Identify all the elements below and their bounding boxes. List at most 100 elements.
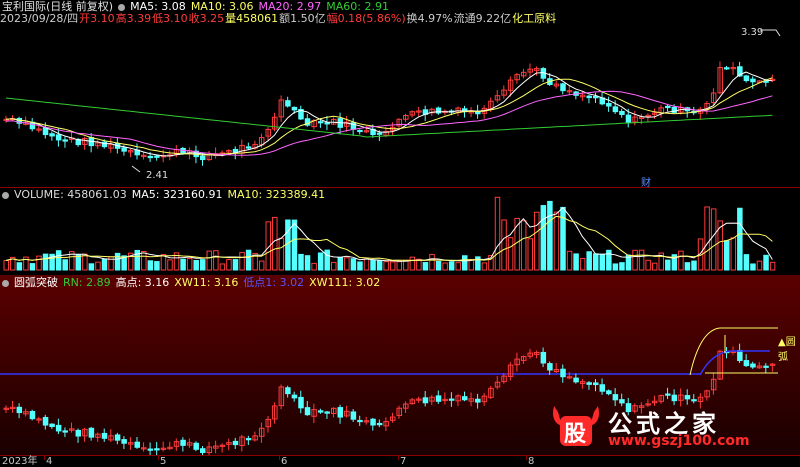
indicator-candle-body bbox=[586, 382, 592, 385]
indicator-candle-body bbox=[671, 394, 678, 402]
indicator-settings-dot-icon[interactable] bbox=[2, 279, 9, 287]
indicator-candle-body bbox=[200, 448, 206, 454]
indicator-candle-body bbox=[743, 360, 750, 367]
volume-bar bbox=[442, 262, 448, 271]
volume-bar bbox=[160, 254, 167, 271]
indicator-candle-body bbox=[665, 393, 671, 396]
volume-ma10: MA10: 323389.41 bbox=[227, 188, 326, 201]
volume-chart-panel[interactable]: VOLUME: 458061.03 MA5: 323160.91 MA10: 323… bbox=[0, 187, 800, 275]
sector-label[interactable]: 化工原料 bbox=[512, 12, 556, 25]
volume-bar bbox=[311, 262, 317, 271]
volume-bar bbox=[42, 253, 49, 271]
indicator-candle-body bbox=[350, 411, 357, 420]
rn-value: RN: 2.89 bbox=[63, 276, 111, 289]
volume-bar bbox=[409, 256, 416, 271]
low-price-marker: 2.41 bbox=[146, 170, 169, 181]
settings-dot-icon[interactable] bbox=[118, 3, 126, 11]
volume-bar bbox=[579, 257, 586, 271]
candle-body bbox=[625, 114, 632, 123]
volume-bar bbox=[619, 262, 625, 271]
volume-bar bbox=[540, 205, 547, 271]
volume-bar bbox=[396, 261, 402, 271]
volume-bar bbox=[494, 196, 501, 271]
volume-bar bbox=[612, 263, 619, 271]
indicator-candle-body bbox=[42, 416, 49, 426]
logo-badge-text: 股 bbox=[564, 421, 587, 447]
volume-bar bbox=[593, 253, 599, 271]
volume-bar bbox=[357, 261, 363, 271]
volume-bar bbox=[678, 250, 684, 271]
indicator-candle-body bbox=[285, 387, 291, 395]
indicator-candle-body bbox=[324, 411, 330, 414]
candle-body bbox=[291, 106, 298, 111]
candle-body bbox=[376, 132, 383, 135]
indicator-candle-body bbox=[357, 419, 363, 423]
indicator-candle-body bbox=[75, 429, 82, 437]
watermark-logo: 股 公式之家 www.gszj100.com bbox=[548, 402, 798, 454]
candle-body bbox=[245, 146, 252, 149]
xw111-value: XW111: 3.02 bbox=[309, 276, 381, 289]
indicator-candle-body bbox=[593, 382, 599, 386]
candle-body bbox=[763, 80, 769, 83]
volume-bar bbox=[638, 249, 645, 271]
indicator-candle-body bbox=[540, 351, 547, 364]
indicator-header: 圆弧突破 RN: 2.89 高点: 3.16 XW11: 3.16 低点1: 3.02 X… bbox=[2, 276, 385, 289]
volume-bar bbox=[317, 252, 324, 271]
volume-bar bbox=[599, 253, 606, 271]
volume-bar bbox=[193, 260, 199, 271]
price-chart-panel[interactable]: 宝利国际(日线 前复权) MA5: 3.08 MA10: 3.06 MA20: 2.9… bbox=[0, 0, 800, 189]
candlestick-chart[interactable] bbox=[0, 0, 800, 187]
finance-marker[interactable]: 财 bbox=[641, 174, 651, 189]
candle-body bbox=[612, 106, 619, 113]
indicator-candle-body bbox=[422, 397, 429, 404]
indicator-candle-body bbox=[232, 440, 239, 446]
volume-bar bbox=[167, 259, 173, 271]
volume-bar bbox=[573, 253, 579, 271]
candle-body bbox=[724, 67, 730, 70]
volume-bar bbox=[684, 262, 691, 271]
indicator-candle-body bbox=[16, 406, 23, 414]
volume-bar bbox=[16, 262, 23, 271]
indicator-name[interactable]: 圆弧突破 bbox=[14, 276, 58, 289]
volume-bar bbox=[534, 211, 540, 271]
volume-bar bbox=[435, 261, 442, 271]
amount-label: 额1.50亿 bbox=[279, 12, 326, 25]
volume-bar bbox=[651, 262, 658, 271]
volume-bar bbox=[507, 237, 514, 271]
candle-body bbox=[665, 105, 671, 109]
volume-bar bbox=[272, 216, 278, 271]
indicator-candle-body bbox=[370, 418, 376, 426]
volume-bar bbox=[95, 261, 101, 271]
volume-bar bbox=[710, 208, 717, 271]
arc-signal-label: ▲圆弧 bbox=[778, 337, 796, 363]
high-price-marker: 3.39 bbox=[741, 27, 764, 38]
volume-settings-dot-icon[interactable] bbox=[2, 191, 9, 199]
indicator-candle-body bbox=[245, 438, 252, 441]
indicator-candle-body bbox=[304, 407, 311, 416]
indicator-candle-body bbox=[448, 398, 455, 401]
axis-tick bbox=[158, 456, 159, 460]
indicator-candle-body bbox=[55, 424, 62, 432]
volume-bar bbox=[422, 262, 429, 271]
xw11-value: XW11: 3.16 bbox=[174, 276, 239, 289]
volume-bar bbox=[691, 260, 697, 271]
volume-bar bbox=[750, 263, 756, 271]
candle-body bbox=[324, 122, 330, 125]
axis-month-6: 6 bbox=[281, 456, 288, 467]
axis-tick bbox=[526, 456, 527, 460]
high-point-value: 高点: 3.16 bbox=[115, 276, 170, 289]
volume-bar bbox=[258, 260, 265, 271]
candle-body bbox=[285, 100, 291, 107]
indicator-candle-body bbox=[134, 441, 140, 448]
volume-bar bbox=[147, 260, 154, 271]
volume-bar bbox=[200, 259, 206, 271]
volume-bar bbox=[344, 257, 350, 271]
candle-body bbox=[619, 110, 625, 115]
volume-bar bbox=[547, 200, 553, 271]
volume-bar bbox=[389, 261, 396, 271]
candle-body bbox=[743, 75, 750, 82]
volume-bar bbox=[724, 240, 730, 271]
indicator-candle-body bbox=[560, 368, 566, 378]
watermark-url: www.gszj100.com bbox=[608, 433, 750, 449]
indicator-candle-body bbox=[547, 363, 553, 371]
